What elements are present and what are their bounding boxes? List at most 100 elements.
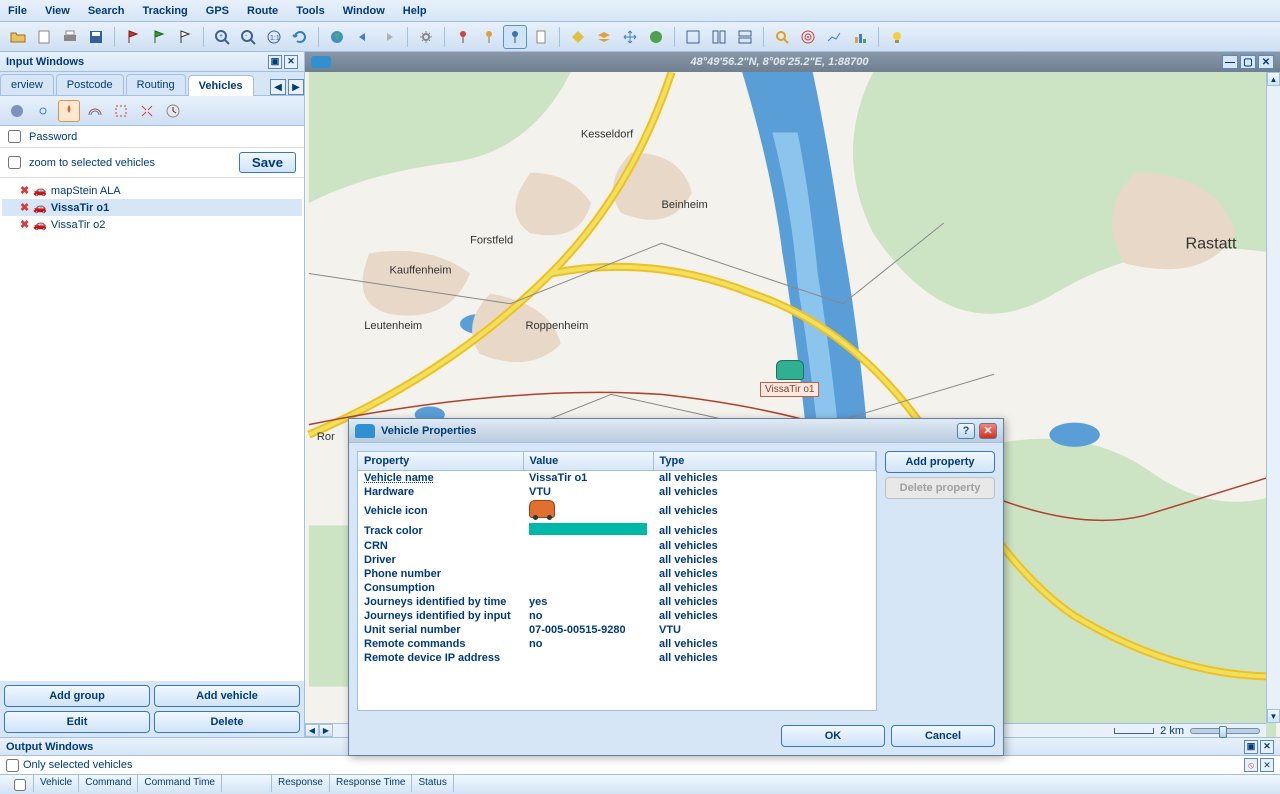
save-button[interactable]: Save (239, 152, 296, 173)
col-property[interactable]: Property (358, 452, 523, 471)
col-vehicle[interactable]: Vehicle (34, 775, 79, 792)
refresh-icon[interactable] (288, 25, 312, 49)
pin-red-icon[interactable] (451, 25, 475, 49)
ok-button[interactable]: OK (781, 725, 885, 747)
menu-view[interactable]: View (45, 5, 70, 17)
move-icon[interactable] (618, 25, 642, 49)
remove-icon[interactable]: ✖ (20, 184, 29, 197)
maximize-icon[interactable]: ▢ (1240, 55, 1256, 69)
menu-search[interactable]: Search (88, 5, 125, 17)
fullscreen-icon[interactable] (681, 25, 705, 49)
detach-icon[interactable]: ▣ (268, 55, 282, 69)
tabs-next-icon[interactable]: ▶ (288, 79, 304, 95)
diamond-icon[interactable] (566, 25, 590, 49)
sel-tool-icon[interactable] (110, 100, 132, 122)
clear-icon[interactable]: ⦸ (1244, 758, 1258, 772)
pin-orange-icon[interactable] (477, 25, 501, 49)
col-value[interactable]: Value (523, 452, 653, 471)
split-v-icon[interactable] (707, 25, 731, 49)
menu-gps[interactable]: GPS (206, 5, 229, 17)
undo-icon[interactable] (351, 25, 375, 49)
remove-row-icon[interactable]: ✕ (1260, 758, 1274, 772)
close-panel-icon[interactable]: ✕ (1260, 740, 1274, 754)
globe-icon[interactable] (325, 25, 349, 49)
flag-green-icon[interactable] (147, 25, 171, 49)
add-group-button[interactable]: Add group (4, 685, 150, 707)
print-icon[interactable] (58, 25, 82, 49)
scroll-down-icon[interactable]: ▼ (1267, 709, 1280, 723)
scroll-up-icon[interactable]: ▲ (1267, 72, 1280, 86)
fire-tool-icon[interactable] (58, 100, 80, 122)
new-icon[interactable] (32, 25, 56, 49)
map-scrollbar-v[interactable]: ▲ ▼ (1266, 72, 1280, 723)
delete-button[interactable]: Delete (154, 711, 300, 733)
tab-overview[interactable]: erview (0, 74, 54, 95)
vehicle-marker[interactable]: VissaTir o1 (760, 360, 819, 397)
property-row[interactable]: Driverall vehicles (358, 553, 876, 567)
property-row[interactable]: Journeys identified by timeyesall vehicl… (358, 595, 876, 609)
col-status[interactable]: Status (412, 775, 453, 792)
pin-blue-icon[interactable] (503, 25, 527, 49)
target-icon[interactable] (796, 25, 820, 49)
col-response[interactable]: Response (272, 775, 330, 792)
tree-item-vissatir-o2[interactable]: ✖ 🚗 VissaTir o2 (2, 216, 302, 233)
zoom-world-icon[interactable]: 1:1 (262, 25, 286, 49)
bar-chart-icon[interactable] (848, 25, 872, 49)
property-row[interactable]: Vehicle iconall vehicles (358, 499, 876, 522)
redo-icon[interactable] (377, 25, 401, 49)
bulb-icon[interactable] (885, 25, 909, 49)
property-row[interactable]: Vehicle nameVissaTir o1all vehicles (358, 471, 876, 486)
expand-tool-icon[interactable] (136, 100, 158, 122)
tab-routing[interactable]: Routing (126, 74, 186, 95)
property-row[interactable]: Consumptionall vehicles (358, 581, 876, 595)
scroll-left-icon[interactable]: ◀ (305, 724, 319, 737)
split-h-icon[interactable] (733, 25, 757, 49)
tab-vehicles[interactable]: Vehicles (188, 75, 254, 96)
menu-help[interactable]: Help (403, 5, 427, 17)
save-icon[interactable] (84, 25, 108, 49)
tab-postcode[interactable]: Postcode (56, 74, 124, 95)
scroll-right-icon[interactable]: ▶ (319, 724, 333, 737)
col-type[interactable]: Type (653, 452, 876, 471)
property-row[interactable]: Track colorall vehicles (358, 522, 876, 539)
menu-route[interactable]: Route (247, 5, 278, 17)
menu-window[interactable]: Window (343, 5, 385, 17)
property-row[interactable]: CRNall vehicles (358, 539, 876, 553)
add-vehicle-button[interactable]: Add vehicle (154, 685, 300, 707)
zoom-slider[interactable] (1190, 728, 1260, 734)
property-row[interactable]: Journeys identified by inputnoall vehicl… (358, 609, 876, 623)
doc-icon[interactable] (529, 25, 553, 49)
property-row[interactable]: Phone numberall vehicles (358, 567, 876, 581)
globe-tool-icon[interactable] (6, 100, 28, 122)
dialog-titlebar[interactable]: Vehicle Properties ? ✕ (349, 419, 1003, 443)
menu-tools[interactable]: Tools (296, 5, 325, 17)
select-all-checkbox[interactable] (14, 779, 26, 791)
help-icon[interactable]: ? (957, 423, 975, 439)
close-panel-icon[interactable]: ✕ (284, 55, 298, 69)
menu-tracking[interactable]: Tracking (143, 5, 188, 17)
close-icon[interactable]: ✕ (1258, 55, 1274, 69)
tabs-prev-icon[interactable]: ◀ (270, 79, 286, 95)
tree-item-mapstein[interactable]: ✖ 🚗 mapStein ALA (2, 182, 302, 199)
property-row[interactable]: HardwareVTUall vehicles (358, 485, 876, 499)
link-tool-icon[interactable] (32, 100, 54, 122)
col-command-time[interactable]: Command Time (138, 775, 222, 792)
layers-icon[interactable] (592, 25, 616, 49)
zoom-in-icon[interactable]: + (210, 25, 234, 49)
minimize-icon[interactable]: — (1222, 55, 1238, 69)
edit-button[interactable]: Edit (4, 711, 150, 733)
only-selected-checkbox[interactable] (6, 759, 19, 772)
add-property-button[interactable]: Add property (885, 451, 995, 473)
property-row[interactable]: Unit serial number07-005-00515-9280VTU (358, 623, 876, 637)
col-command[interactable]: Command (79, 775, 138, 792)
close-icon[interactable]: ✕ (979, 423, 997, 439)
property-row[interactable]: Remote commandsnoall vehicles (358, 637, 876, 651)
rainbow-tool-icon[interactable] (84, 100, 106, 122)
property-row[interactable]: Remote device IP addressall vehicles (358, 651, 876, 665)
zoom-out-icon[interactable]: - (236, 25, 260, 49)
zoom-checkbox[interactable] (8, 156, 21, 169)
search-icon[interactable] (770, 25, 794, 49)
col-response-time[interactable]: Response Time (330, 775, 412, 792)
detach-icon[interactable]: ▣ (1244, 740, 1258, 754)
flag-red-icon[interactable] (121, 25, 145, 49)
